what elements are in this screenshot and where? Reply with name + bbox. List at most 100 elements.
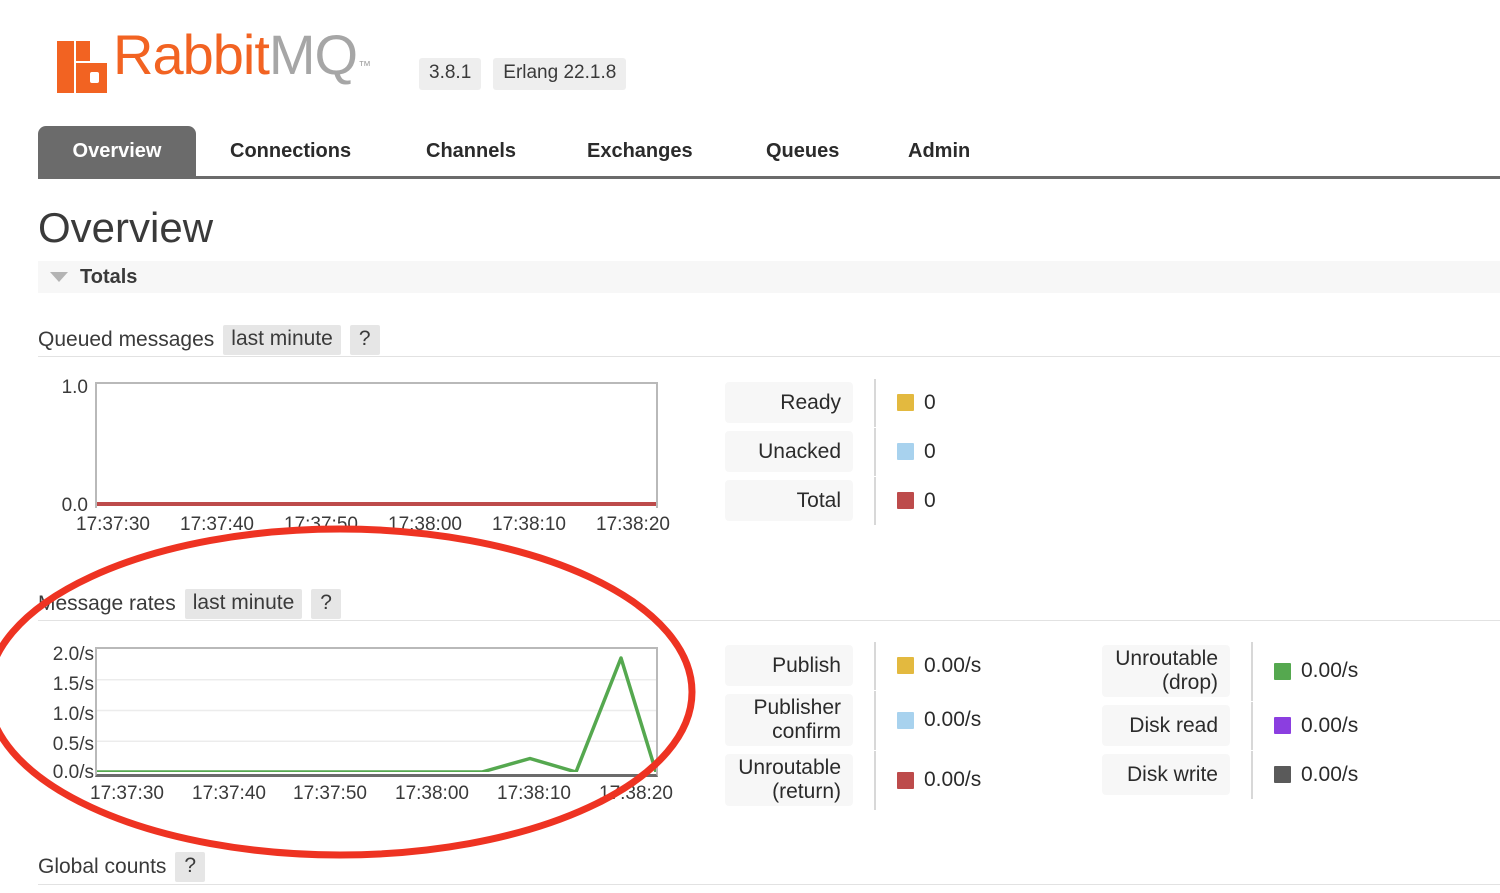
queued-messages-chart: 1.0 0.0 17:37:30 17:37:40 17:37:50 17:38… xyxy=(38,372,678,535)
legend-label-total[interactable]: Total xyxy=(725,480,853,521)
queued-period-chip[interactable]: last minute xyxy=(223,325,341,356)
message-rates-legend-right: Unroutable (drop) 0.00/s Disk read 0.00/… xyxy=(1102,641,1358,799)
message-rates-heading: Message rates last minute ? xyxy=(38,589,341,620)
rates-series-svg xyxy=(97,656,656,772)
legend-label-unroutable-return[interactable]: Unroutable (return) xyxy=(725,754,853,806)
legend-value-publish: 0.00/s xyxy=(897,654,981,678)
rates-xtick-1: 17:37:40 xyxy=(192,783,266,804)
queued-ytick-1: 1.0 xyxy=(61,377,88,398)
legend-number-unacked: 0 xyxy=(924,439,936,463)
rates-xtick-0: 17:37:30 xyxy=(90,783,164,804)
tab-overview[interactable]: Overview xyxy=(38,126,196,176)
rates-ytick-0: 0.0/s xyxy=(52,762,94,783)
legend-divider xyxy=(1251,701,1253,750)
legend-number-disk-write: 0.00/s xyxy=(1301,762,1359,786)
page-header: RabbitMQ™ 3.8.1 Erlang 22.1.8 xyxy=(0,0,1500,110)
chevron-down-icon[interactable] xyxy=(50,272,68,282)
legend-row-unroutable-return: Unroutable (return) 0.00/s xyxy=(725,750,981,810)
rates-ytick-3: 1.5/s xyxy=(52,674,94,695)
queued-messages-legend: Ready 0 Unacked 0 Total 0 xyxy=(725,378,936,525)
swatch-publisher-confirm-icon xyxy=(897,711,914,729)
global-counts-title: Global counts xyxy=(38,855,167,879)
global-counts-help-icon[interactable]: ? xyxy=(175,852,206,883)
legend-row-unacked: Unacked 0 xyxy=(725,427,936,476)
rates-xtick-2: 17:37:50 xyxy=(293,783,367,804)
legend-number-total: 0 xyxy=(924,488,936,512)
queued-y-axis: 1.0 0.0 xyxy=(38,372,88,516)
main-navigation: Overview Connections Channels Exchanges … xyxy=(0,126,1500,178)
wordmark-mq: MQ xyxy=(268,23,358,86)
legend-number-publisher-confirm: 0.00/s xyxy=(924,708,982,731)
legend-value-disk-read: 0.00/s xyxy=(1274,714,1358,738)
wordmark-rabbit: Rabbit xyxy=(113,23,270,86)
legend-value-unacked: 0 xyxy=(897,440,936,464)
legend-label-disk-read[interactable]: Disk read xyxy=(1102,705,1230,746)
queued-xtick-0: 17:37:30 xyxy=(76,514,150,535)
queued-xtick-4: 17:38:10 xyxy=(492,514,566,535)
rates-xtick-5: 17:38:20 xyxy=(599,783,673,804)
queued-help-icon[interactable]: ? xyxy=(349,325,380,356)
erlang-version-badge: Erlang 22.1.8 xyxy=(493,58,627,90)
swatch-unacked-icon xyxy=(897,443,914,460)
legend-value-unroutable-drop: 0.00/s xyxy=(1274,659,1358,683)
totals-label: Totals xyxy=(80,265,138,288)
rates-plot-area xyxy=(95,647,658,777)
legend-row-ready: Ready 0 xyxy=(725,378,936,427)
legend-row-publish: Publish 0.00/s xyxy=(725,641,981,690)
legend-number-unroutable-drop: 0.00/s xyxy=(1301,659,1359,682)
legend-row-publisher-confirm: Publisher confirm 0.00/s xyxy=(725,690,981,750)
legend-label-publisher-confirm[interactable]: Publisher confirm xyxy=(725,694,853,746)
legend-row-disk-write: Disk write 0.00/s xyxy=(1102,750,1358,799)
legend-value-publisher-confirm: 0.00/s xyxy=(897,708,981,732)
legend-value-disk-write: 0.00/s xyxy=(1274,763,1358,787)
legend-divider xyxy=(874,378,876,427)
legend-value-ready: 0 xyxy=(897,391,936,415)
legend-label-publish[interactable]: Publish xyxy=(725,645,853,686)
global-counts-heading: Global counts ? xyxy=(38,852,206,883)
legend-label-disk-write[interactable]: Disk write xyxy=(1102,754,1230,795)
queued-xtick-3: 17:38:00 xyxy=(388,514,462,535)
tab-exchanges[interactable]: Exchanges xyxy=(565,126,715,176)
rates-xtick-3: 17:38:00 xyxy=(395,783,469,804)
rabbitmq-logo[interactable]: RabbitMQ™ xyxy=(57,26,371,96)
rates-period-chip[interactable]: last minute xyxy=(184,589,303,620)
legend-number-disk-read: 0.00/s xyxy=(1301,713,1359,737)
queued-plot-area xyxy=(95,382,658,508)
legend-label-unacked[interactable]: Unacked xyxy=(725,431,853,472)
rabbitmq-wordmark: RabbitMQ™ xyxy=(113,27,371,96)
swatch-unroutable-return-icon xyxy=(897,771,914,789)
legend-divider xyxy=(874,690,876,750)
rates-ytick-4: 2.0/s xyxy=(52,644,94,665)
rabbitmq-version-badge: 3.8.1 xyxy=(419,58,482,90)
tab-connections[interactable]: Connections xyxy=(208,126,373,176)
message-rates-title: Message rates xyxy=(38,592,176,616)
unroutable-drop-series-line xyxy=(97,656,656,772)
tab-admin[interactable]: Admin xyxy=(886,126,992,176)
swatch-total-icon xyxy=(897,492,914,509)
legend-label-ready[interactable]: Ready xyxy=(725,382,853,423)
queued-xtick-1: 17:37:40 xyxy=(180,514,254,535)
legend-divider xyxy=(1251,641,1253,701)
tab-channels[interactable]: Channels xyxy=(404,126,538,176)
rates-ytick-1: 0.5/s xyxy=(52,734,94,755)
legend-value-total: 0 xyxy=(897,489,936,513)
legend-divider xyxy=(874,750,876,810)
tab-queues[interactable]: Queues xyxy=(744,126,861,176)
version-badges: 3.8.1 Erlang 22.1.8 xyxy=(419,58,627,90)
nav-underline xyxy=(38,176,1500,179)
swatch-ready-icon xyxy=(897,394,914,411)
queued-xtick-5: 17:38:20 xyxy=(596,514,670,535)
message-rates-chart: 2.0/s 1.5/s 1.0/s 0.5/s 0.0/s 17:37:30 1… xyxy=(38,638,678,808)
legend-divider xyxy=(874,476,876,525)
rates-xtick-4: 17:38:10 xyxy=(497,783,571,804)
rates-help-icon[interactable]: ? xyxy=(311,589,341,620)
rates-y-axis: 2.0/s 1.5/s 1.0/s 0.5/s 0.0/s xyxy=(38,638,94,783)
legend-label-unroutable-drop[interactable]: Unroutable (drop) xyxy=(1102,645,1230,697)
legend-value-unroutable-return: 0.00/s xyxy=(897,768,981,792)
swatch-unroutable-drop-icon xyxy=(1274,662,1291,680)
totals-section-header[interactable]: Totals xyxy=(38,261,1500,293)
page-title: Overview xyxy=(38,204,214,251)
global-counts-rule xyxy=(38,884,1500,885)
queued-series-svg xyxy=(97,502,656,506)
legend-row-total: Total 0 xyxy=(725,476,936,525)
